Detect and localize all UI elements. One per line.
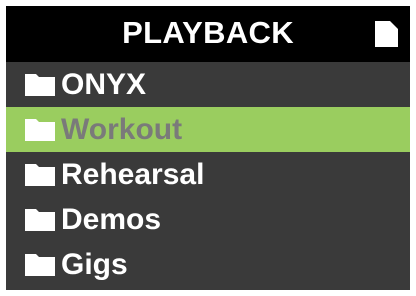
list-item-label: Rehearsal bbox=[61, 158, 205, 191]
header-bar: PLAYBACK bbox=[6, 6, 410, 62]
folder-icon bbox=[25, 253, 55, 276]
list-item-label: Demos bbox=[61, 203, 162, 236]
page-title: PLAYBACK bbox=[122, 15, 294, 50]
folder-icon bbox=[25, 163, 55, 186]
list-item-label: Workout bbox=[61, 113, 183, 146]
folder-list: ONYX Workout Rehearsal Demos Gigs bbox=[6, 62, 410, 287]
file-icon bbox=[375, 21, 398, 47]
list-item-label: Gigs bbox=[61, 248, 128, 281]
list-item-demos[interactable]: Demos bbox=[6, 197, 410, 242]
list-item-onyx[interactable]: ONYX bbox=[6, 62, 410, 107]
folder-icon bbox=[25, 118, 55, 141]
folder-icon bbox=[25, 208, 55, 231]
list-item-workout[interactable]: Workout bbox=[6, 107, 410, 152]
playback-screen: PLAYBACK ONYX Workout Rehearsal Demos Gi… bbox=[6, 6, 410, 290]
list-item-rehearsal[interactable]: Rehearsal bbox=[6, 152, 410, 197]
folder-icon bbox=[25, 73, 55, 96]
list-item-gigs[interactable]: Gigs bbox=[6, 242, 410, 287]
list-item-label: ONYX bbox=[61, 68, 147, 101]
